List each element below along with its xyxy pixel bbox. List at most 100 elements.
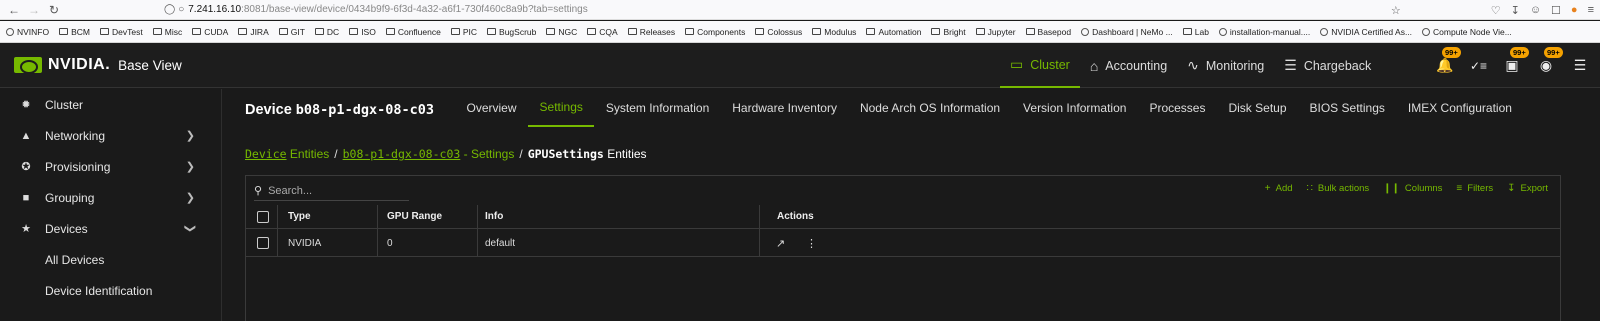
bookmark-item[interactable]: Lab: [1182, 27, 1209, 37]
breadcrumb-device-settings[interactable]: b08-p1-dgx-08-c03 - Settings: [343, 147, 515, 161]
bookmark-item[interactable]: DC: [314, 26, 340, 37]
bookmark-item[interactable]: Bright: [931, 27, 966, 37]
menu-icon[interactable]: ≡: [1588, 4, 1594, 16]
column-header-gpu-range[interactable]: GPU Range: [387, 211, 442, 222]
bookmark-label: DevTest: [112, 26, 143, 37]
export-label: Export: [1520, 183, 1548, 194]
breadcrumb-separator: /: [334, 147, 338, 161]
bookmark-label: Automation: [878, 26, 922, 37]
tab-hardware-inventory[interactable]: Hardware Inventory: [721, 89, 849, 127]
devices-icon: ★: [21, 223, 31, 235]
export-button[interactable]: ↧ Export: [1507, 183, 1548, 194]
download-icon[interactable]: ↧: [1511, 4, 1520, 17]
row-checkbox[interactable]: [257, 237, 269, 249]
sidebar-item-devices[interactable]: ★ Devices ❯: [0, 213, 221, 244]
sidebar-subitem-all-devices[interactable]: All Devices: [0, 244, 221, 275]
sidebar-item-cluster[interactable]: ✹ Cluster: [0, 89, 221, 120]
bookmark-item[interactable]: JIRA: [238, 27, 269, 37]
folder-icon: [192, 28, 202, 35]
globe-icon: [1218, 27, 1227, 36]
url-bar[interactable]: ◯ ○ 7.241.16.10:8081/base-view/device/043…: [164, 0, 588, 20]
topmenu-item-monitoring[interactable]: ∿ Monitoring: [1177, 43, 1274, 88]
bookmark-item[interactable]: NVIDIA Certified As...: [1320, 27, 1412, 37]
bookmark-item[interactable]: DevTest: [100, 27, 143, 37]
open-external-icon[interactable]: ↗: [776, 237, 785, 250]
bookmark-item[interactable]: NVINFO: [6, 27, 49, 37]
sidebar-item-provisioning[interactable]: ✪ Provisioning ❯: [0, 151, 221, 182]
tab-node-arch-os-information[interactable]: Node Arch OS Information: [848, 89, 1011, 127]
extension-fox-icon[interactable]: ●: [1571, 4, 1578, 16]
add-button[interactable]: + Add: [1265, 183, 1293, 194]
bookmark-item[interactable]: Colossus: [755, 27, 802, 37]
hamburger-menu-icon[interactable]: ☰: [1572, 57, 1588, 74]
bookmark-item[interactable]: Automation: [866, 27, 921, 37]
bookmark-item[interactable]: Confluence: [385, 27, 441, 37]
tab-settings[interactable]: Settings: [528, 89, 595, 127]
topmenu-item-chargeback[interactable]: ☰ Chargeback: [1274, 43, 1381, 88]
extensions-icon[interactable]: ☐: [1551, 4, 1561, 17]
sidebar-item-grouping[interactable]: ■ Grouping ❯: [0, 182, 221, 213]
bookmark-item[interactable]: Basepod: [1025, 26, 1072, 37]
tab-version-information[interactable]: Version Information: [1012, 89, 1138, 127]
tasks-checklist-icon[interactable]: ✓≡: [1470, 59, 1487, 73]
tab-overview[interactable]: Overview: [455, 89, 528, 127]
bookmark-star-icon[interactable]: ☆: [1391, 4, 1401, 17]
topmenu-item-cluster[interactable]: ▭ Cluster: [1000, 43, 1080, 88]
bookmark-item[interactable]: NGC: [546, 27, 577, 37]
bookmark-label: CQA: [599, 26, 618, 37]
search-input[interactable]: ⚲ Search...: [254, 181, 409, 201]
breadcrumb-device-entities[interactable]: Device Entities: [245, 147, 329, 161]
bookmark-label: DC: [326, 26, 340, 37]
back-icon[interactable]: ←: [4, 0, 24, 20]
sidebar-subitem-device-identification[interactable]: Device Identification: [0, 275, 221, 306]
notifications-bell-icon[interactable]: 🔔 99+: [1436, 47, 1461, 74]
column-header-info[interactable]: Info: [485, 211, 503, 222]
bookmark-item[interactable]: CUDA: [192, 27, 228, 37]
tab-disk-setup[interactable]: Disk Setup: [1217, 89, 1298, 127]
tab-bios-settings[interactable]: BIOS Settings: [1298, 89, 1396, 127]
topmenu-item-accounting[interactable]: ⌂ Accounting: [1080, 43, 1177, 88]
bookmark-item[interactable]: Components: [685, 27, 745, 37]
bookmark-item[interactable]: GIT: [278, 27, 305, 37]
downloads-icon[interactable]: ▣ 99+: [1504, 47, 1529, 74]
users-icon[interactable]: ◉ 99+: [1538, 47, 1563, 74]
bookmark-item[interactable]: BugScrub: [487, 27, 536, 37]
forward-icon[interactable]: →: [24, 0, 44, 20]
reload-icon[interactable]: ↻: [44, 0, 64, 20]
account-icon[interactable]: ☺: [1530, 4, 1541, 16]
bookmark-item[interactable]: installation-manual....: [1218, 27, 1310, 37]
filters-button[interactable]: ≡ Filters: [1456, 183, 1493, 194]
folder-icon: [59, 28, 69, 35]
columns-button[interactable]: ❙❙ Columns: [1383, 183, 1442, 194]
chevron-right-icon: ❯: [185, 161, 195, 173]
bookmark-item[interactable]: Compute Node Vie...: [1422, 27, 1512, 37]
bookmark-item[interactable]: BCM: [59, 27, 90, 37]
pulse-icon: ∿: [1187, 57, 1199, 73]
bookmark-item[interactable]: ISO: [349, 27, 376, 37]
nvidia-logo[interactable]: NVIDIA. Base View: [14, 56, 182, 74]
bookmark-item[interactable]: Dashboard | NeMo ...: [1081, 27, 1173, 37]
bulk-actions-button[interactable]: ∷ Bulk actions: [1307, 183, 1370, 194]
bookmark-item[interactable]: Jupyter: [975, 27, 1016, 37]
table-row[interactable]: NVIDIA 0 default ↗ ⋮: [246, 230, 1560, 257]
more-vertical-icon[interactable]: ⋮: [806, 237, 817, 250]
sidebar: ✹ Cluster ▲ Networking ❯ ✪ Provisioning …: [0, 89, 222, 321]
puzzle-icon: ✪: [21, 161, 31, 173]
pocket-icon[interactable]: ♡: [1491, 4, 1501, 17]
bookmark-label: Basepod: [1037, 26, 1072, 37]
sidebar-item-networking[interactable]: ▲ Networking ❯: [0, 120, 221, 151]
bookmark-item[interactable]: CQA: [587, 26, 618, 37]
tab-imex-configuration[interactable]: IMEX Configuration: [1396, 89, 1523, 127]
cell-info: default: [485, 237, 516, 249]
column-header-type[interactable]: Type: [288, 211, 311, 222]
tab-system-information[interactable]: System Information: [594, 89, 720, 127]
bookmark-item[interactable]: Releases: [627, 27, 675, 37]
bookmark-label: BugScrub: [499, 26, 537, 37]
tab-processes[interactable]: Processes: [1138, 89, 1217, 127]
bookmark-item[interactable]: Modulus: [812, 27, 856, 37]
bookmark-item[interactable]: PIC: [450, 27, 477, 37]
bookmark-item[interactable]: Misc: [152, 27, 182, 37]
bookmark-label: ISO: [361, 26, 376, 37]
select-all-checkbox[interactable]: [257, 210, 269, 223]
topmenu-label: Cluster: [1030, 57, 1070, 72]
